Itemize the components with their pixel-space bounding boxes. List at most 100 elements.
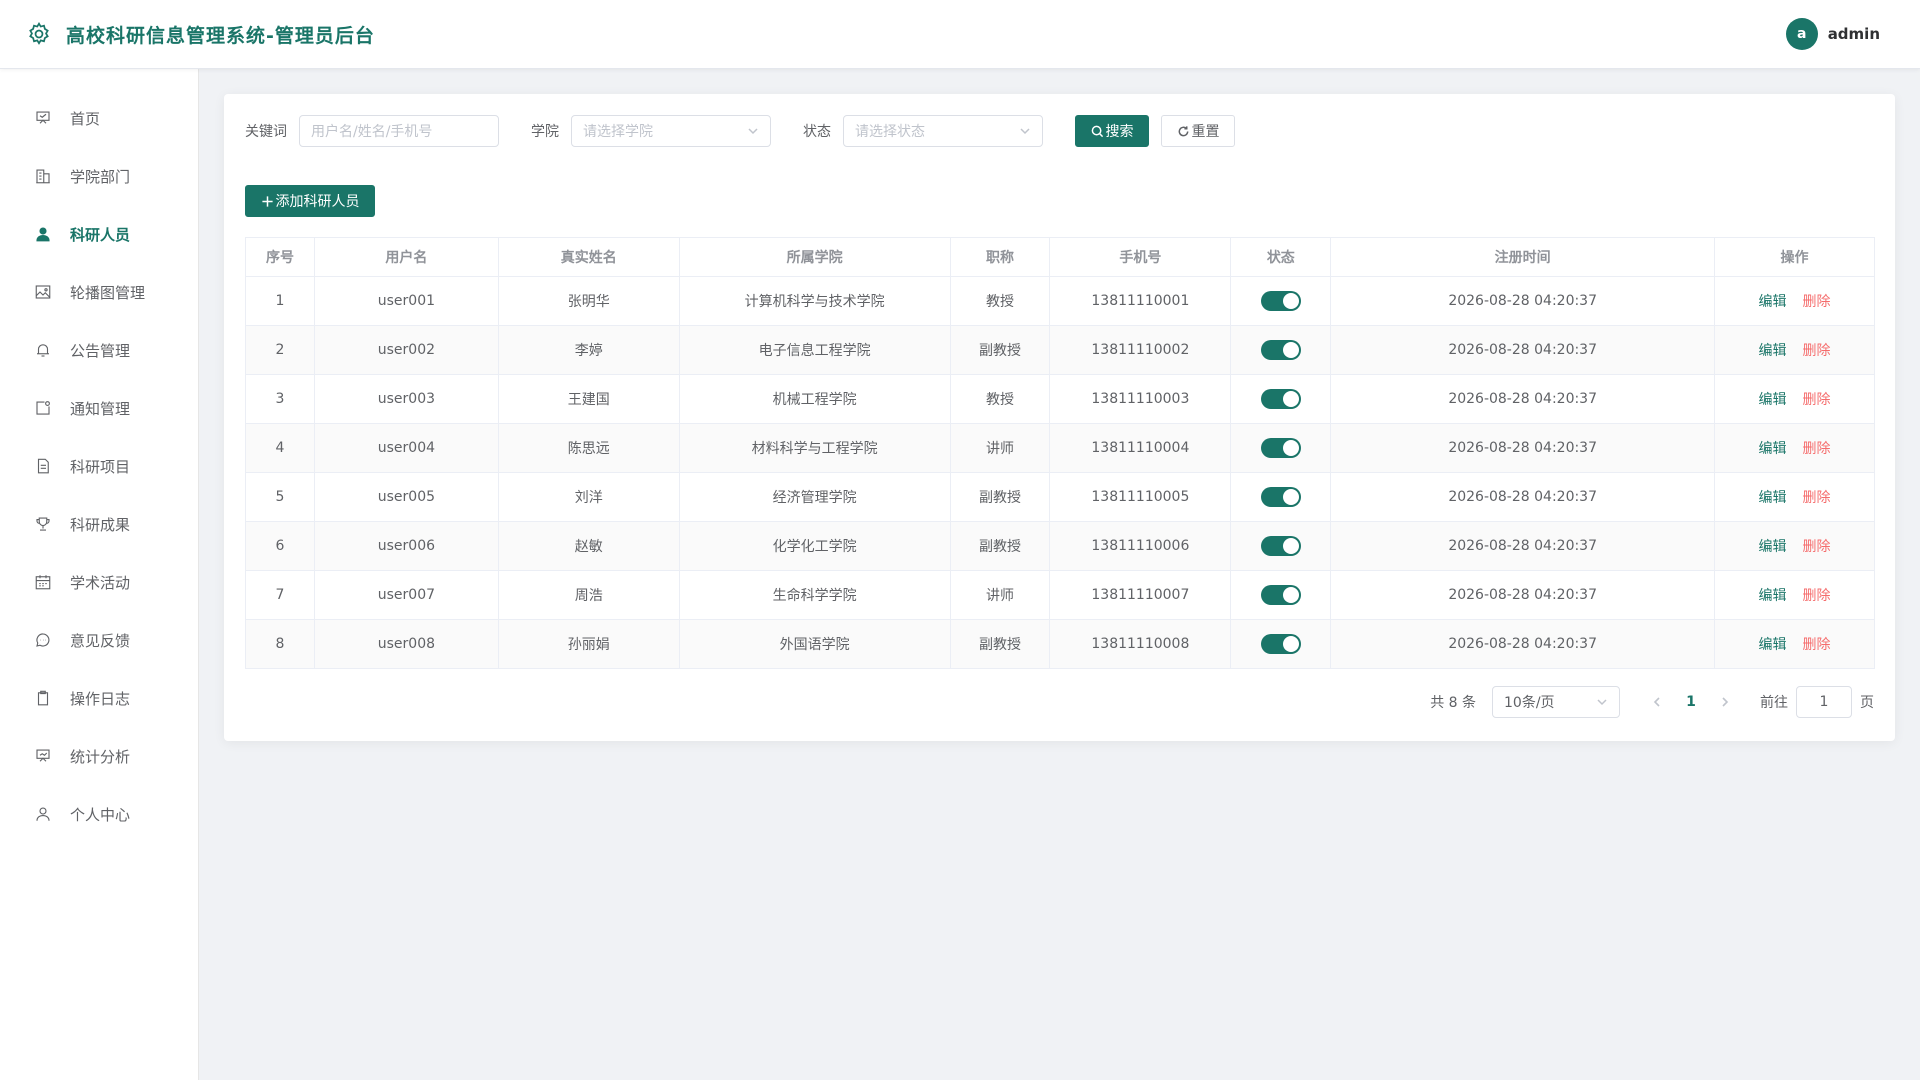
edit-button[interactable]: 编辑 [1759, 588, 1787, 604]
sidebar-item-researchers[interactable]: 科研人员 [0, 205, 198, 263]
add-researcher-label: 添加科研人员 [275, 194, 360, 210]
column-header: 用户名 [313, 237, 499, 277]
register-time-cell: 2026-08-28 04:20:37 [1330, 276, 1716, 326]
college-cell: 生命科学学院 [678, 570, 951, 620]
clipboard-icon [37, 690, 49, 706]
sidebar-item-announcements[interactable]: 公告管理 [0, 321, 198, 379]
actions-cell: 编辑 删除 [1714, 423, 1875, 473]
college-cell: 材料科学与工程学院 [678, 423, 951, 473]
sidebar-item-carousel[interactable]: 轮播图管理 [0, 263, 198, 321]
phone-cell: 13811110004 [1049, 423, 1232, 473]
sidebar-item-label: 科研项目 [70, 457, 131, 476]
title-cell: 教授 [949, 374, 1051, 424]
edit-button[interactable]: 编辑 [1759, 294, 1787, 310]
edit-button[interactable]: 编辑 [1759, 343, 1787, 359]
index-cell: 1 [245, 276, 315, 326]
message-icon [36, 401, 50, 415]
username-cell: user003 [313, 374, 499, 424]
edit-button[interactable]: 编辑 [1759, 539, 1787, 555]
sidebar-item-logs[interactable]: 操作日志 [0, 669, 198, 727]
sidebar-item-label: 科研人员 [70, 225, 131, 244]
status-toggle[interactable] [1260, 634, 1301, 654]
status-toggle[interactable] [1260, 389, 1301, 409]
bell-icon [37, 344, 49, 357]
status-cell [1230, 374, 1332, 424]
gear-icon [29, 22, 49, 45]
title-cell: 副教授 [949, 472, 1051, 522]
edit-button[interactable]: 编辑 [1759, 441, 1787, 457]
sidebar-item-profile[interactable]: 个人中心 [0, 785, 198, 843]
delete-button[interactable]: 删除 [1803, 490, 1831, 506]
delete-button[interactable]: 删除 [1803, 539, 1831, 555]
document-icon [37, 458, 49, 474]
page-size-value: 10条/页 [1504, 695, 1555, 711]
index-cell: 3 [245, 374, 315, 424]
actions-cell: 编辑 删除 [1714, 325, 1875, 375]
status-toggle[interactable] [1260, 438, 1301, 458]
delete-button[interactable]: 删除 [1803, 392, 1831, 408]
sidebar: 首页 学院部门 科研人员 轮播图管理 公告管理 通知管理 科研项目 科研成果 学… [0, 69, 199, 1080]
search-button[interactable]: 搜索 [1075, 115, 1149, 147]
edit-button[interactable]: 编辑 [1759, 637, 1787, 653]
college-select[interactable]: 请选择学院 [571, 115, 771, 147]
user-menu[interactable]: a admin [1785, 18, 1880, 50]
prev-page-button[interactable] [1642, 688, 1672, 716]
next-page-button[interactable] [1710, 688, 1740, 716]
status-label: 状态 [803, 124, 831, 140]
sidebar-item-projects[interactable]: 科研项目 [0, 437, 198, 495]
sidebar-item-colleges[interactable]: 学院部门 [0, 147, 198, 205]
user-icon [36, 227, 50, 242]
sidebar-item-activities[interactable]: 学术活动 [0, 553, 198, 611]
delete-button[interactable]: 删除 [1803, 441, 1831, 457]
username[interactable]: admin [1828, 25, 1880, 43]
chevron-right-icon [1722, 697, 1729, 707]
page-size-select[interactable]: 10条/页 [1492, 686, 1620, 718]
status-toggle[interactable] [1260, 585, 1301, 605]
college-placeholder: 请选择学院 [583, 124, 653, 140]
column-header: 序号 [245, 237, 315, 277]
sidebar-item-statistics[interactable]: 统计分析 [0, 727, 198, 785]
column-header: 手机号 [1049, 237, 1232, 277]
chevron-left-icon [1653, 697, 1660, 707]
status-toggle[interactable] [1260, 536, 1301, 556]
sidebar-item-notifications[interactable]: 通知管理 [0, 379, 198, 437]
delete-button[interactable]: 删除 [1803, 343, 1831, 359]
filter-bar: 关键词 用户名/姓名/手机号 学院 请选择学院 状态 请选择状态 搜索 重置 [245, 115, 1235, 147]
status-cell [1230, 423, 1332, 473]
home-icon [36, 111, 50, 124]
status-toggle[interactable] [1260, 340, 1301, 360]
actions-cell: 编辑 删除 [1714, 619, 1875, 669]
edit-button[interactable]: 编辑 [1759, 490, 1787, 506]
delete-button[interactable]: 删除 [1803, 637, 1831, 653]
add-researcher-button[interactable]: 添加科研人员 [245, 185, 375, 217]
delete-button[interactable]: 删除 [1803, 294, 1831, 310]
phone-cell: 13811110001 [1049, 276, 1232, 326]
reset-button[interactable]: 重置 [1161, 115, 1235, 147]
table-row: 8 user008 孙丽娟 外国语学院 副教授 13811110008 2026-08-28… [245, 619, 1875, 669]
sidebar-item-label: 通知管理 [70, 399, 131, 418]
phone-cell: 13811110006 [1049, 521, 1232, 571]
status-toggle[interactable] [1260, 487, 1301, 507]
sidebar-item-feedback[interactable]: 意见反馈 [0, 611, 198, 669]
actions-cell: 编辑 删除 [1714, 276, 1875, 326]
sidebar-item-home[interactable]: 首页 [0, 89, 198, 147]
phone-cell: 13811110003 [1049, 374, 1232, 424]
status-cell [1230, 276, 1332, 326]
username-cell: user007 [313, 570, 499, 620]
keyword-input[interactable]: 用户名/姓名/手机号 [299, 115, 499, 147]
page-number[interactable]: 1 [1676, 688, 1706, 716]
sidebar-item-label: 操作日志 [70, 689, 131, 708]
sidebar-item-achievements[interactable]: 科研成果 [0, 495, 198, 553]
table-row: 5 user005 刘洋 经济管理学院 副教授 13811110005 2026-08-28… [245, 472, 1875, 522]
sidebar-item-label: 个人中心 [70, 805, 131, 824]
brand: 高校科研信息管理系统-管理员后台 [26, 21, 375, 48]
search-icon [1091, 125, 1103, 137]
goto-page-input[interactable]: 1 [1796, 686, 1852, 718]
total-count: 共 8 条 [1430, 695, 1476, 711]
status-select[interactable]: 请选择状态 [843, 115, 1043, 147]
edit-button[interactable]: 编辑 [1759, 392, 1787, 408]
avatar[interactable]: a [1785, 18, 1818, 50]
delete-button[interactable]: 删除 [1803, 588, 1831, 604]
phone-cell: 13811110005 [1049, 472, 1232, 522]
status-toggle[interactable] [1260, 291, 1301, 311]
